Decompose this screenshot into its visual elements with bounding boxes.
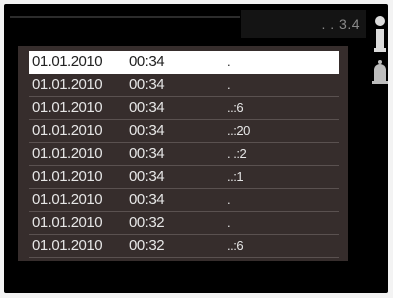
bell-icon[interactable] [372, 60, 388, 88]
info-icon-dot [375, 16, 385, 26]
log-date: 01.01.2010 [32, 99, 103, 116]
log-time: 00:34 [129, 122, 165, 139]
log-alarm: . [227, 77, 231, 92]
log-alarm: . .:2 [227, 146, 247, 161]
log-row[interactable]: 01.01.2010 00:34 . [29, 51, 339, 74]
log-time: 00:32 [129, 237, 165, 254]
log-row[interactable]: 01.01.2010 00:34 . [29, 74, 339, 97]
bell-icon-body [374, 64, 386, 82]
info-icon-foot [374, 48, 386, 52]
log-row[interactable]: 01.01.2010 00:34 ..:1 [29, 166, 339, 189]
log-date: 01.01.2010 [32, 237, 103, 254]
log-row[interactable]: 01.01.2010 00:32 . [29, 212, 339, 235]
log-alarm: ..:20 [227, 123, 250, 138]
log-date: 01.01.2010 [32, 53, 103, 70]
log-alarm: . [227, 54, 231, 69]
log-date: 01.01.2010 [32, 145, 103, 162]
log-row[interactable]: 01.01.2010 00:34 . [29, 189, 339, 212]
header-bar: . . 3.4 [10, 10, 366, 38]
header-title-box: . . 3.4 [241, 10, 366, 38]
log-time: 00:32 [129, 214, 165, 231]
page-title: . . 3.4 [321, 16, 360, 32]
log-alarm: ..:6 [227, 238, 244, 253]
log-time: 00:34 [129, 99, 165, 116]
log-time: 00:34 [129, 145, 165, 162]
log-date: 01.01.2010 [32, 214, 103, 231]
log-date: 01.01.2010 [32, 76, 103, 93]
log-alarm: ..:1 [227, 169, 244, 184]
log-row[interactable]: 01.01.2010 00:32 ..:6 [29, 235, 339, 258]
log-alarm: . [227, 215, 231, 230]
log-time: 00:34 [129, 191, 165, 208]
log-time: 00:34 [129, 168, 165, 185]
alarm-log-list: 01.01.2010 00:34 . 01.01.2010 00:34 . 01… [29, 51, 339, 258]
bell-icon-rim [372, 81, 388, 84]
log-time: 00:34 [129, 53, 165, 70]
log-date: 01.01.2010 [32, 191, 103, 208]
log-alarm: . [227, 192, 231, 207]
log-date: 01.01.2010 [32, 122, 103, 139]
header-divider [10, 16, 240, 18]
log-time: 00:34 [129, 76, 165, 93]
log-alarm: ..:6 [227, 100, 244, 115]
log-date: 01.01.2010 [32, 168, 103, 185]
log-row[interactable]: 01.01.2010 00:34 ..:20 [29, 120, 339, 143]
alarm-log-panel: 01.01.2010 00:34 . 01.01.2010 00:34 . 01… [18, 46, 348, 261]
log-row[interactable]: 01.01.2010 00:34 ..:6 [29, 97, 339, 120]
log-row[interactable]: 01.01.2010 00:34 . .:2 [29, 143, 339, 166]
info-icon[interactable] [374, 16, 386, 54]
